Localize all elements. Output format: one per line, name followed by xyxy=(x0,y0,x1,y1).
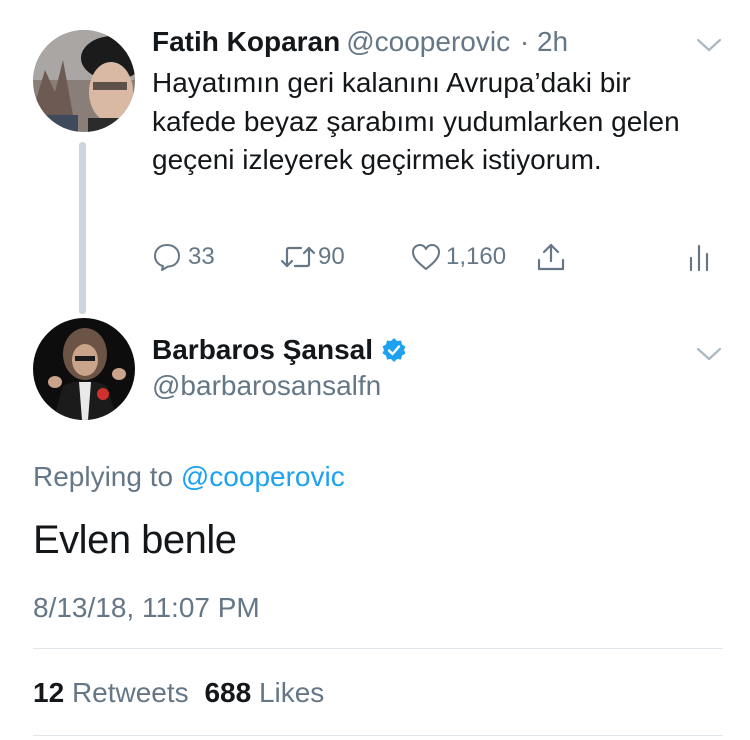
retweets-count: 12 xyxy=(33,677,65,708)
chevron-down-icon[interactable] xyxy=(696,37,722,53)
reply-author-avatar[interactable] xyxy=(33,318,135,420)
share-icon xyxy=(537,243,565,271)
divider xyxy=(33,648,723,649)
likes-stat[interactable]: 688 Likes xyxy=(204,677,324,708)
original-author-name[interactable]: Fatih Koparan xyxy=(152,26,340,57)
reply-author-name[interactable]: Barbaros Şansal xyxy=(152,334,373,366)
retweet-button[interactable]: 90 xyxy=(280,240,345,274)
thread-connector-line xyxy=(79,142,86,314)
divider xyxy=(33,735,723,736)
like-button[interactable]: 1,160 xyxy=(410,240,506,274)
verified-badge-icon xyxy=(382,338,406,362)
replying-to-link[interactable]: @cooperovic xyxy=(181,461,345,492)
analytics-button[interactable] xyxy=(688,240,712,274)
retweet-icon xyxy=(280,246,316,268)
like-icon xyxy=(412,244,440,270)
analytics-icon xyxy=(689,244,709,272)
likes-count: 688 xyxy=(204,677,252,708)
retweets-label: Retweets xyxy=(71,677,189,708)
replying-to-prefix: Replying to xyxy=(33,461,174,492)
original-tweet-time[interactable]: 2h xyxy=(537,26,568,57)
reply-author-handle[interactable]: @barbarosansalfn xyxy=(152,370,381,402)
like-count: 1,160 xyxy=(446,243,507,270)
original-tweet-header: Fatih Koparan @cooperovic · 2h xyxy=(152,26,568,58)
reply-button[interactable]: 33 xyxy=(152,240,215,274)
reply-icon xyxy=(154,244,180,271)
reply-timestamp[interactable]: 8/13/18, 11:07 PM xyxy=(33,592,260,624)
reply-author-name-row: Barbaros Şansal xyxy=(152,334,407,366)
replying-to-line: Replying to @cooperovic xyxy=(33,461,345,493)
retweets-stat[interactable]: 12 Retweets xyxy=(33,677,189,708)
chevron-down-icon[interactable] xyxy=(696,346,722,362)
header-separator: · xyxy=(519,26,530,57)
engagement-stats: 12 Retweets 688 Likes xyxy=(33,677,324,709)
likes-label: Likes xyxy=(258,677,325,708)
reply-tweet-text: Evlen benle xyxy=(33,518,237,562)
original-author-avatar[interactable] xyxy=(33,30,135,132)
retweet-count: 90 xyxy=(318,243,345,270)
original-tweet-text: Hayatımın geri kalanını Avrupa’daki bir … xyxy=(152,67,680,175)
original-author-handle[interactable]: @cooperovic xyxy=(346,26,510,57)
share-button[interactable] xyxy=(535,240,567,274)
reply-count: 33 xyxy=(188,243,215,270)
